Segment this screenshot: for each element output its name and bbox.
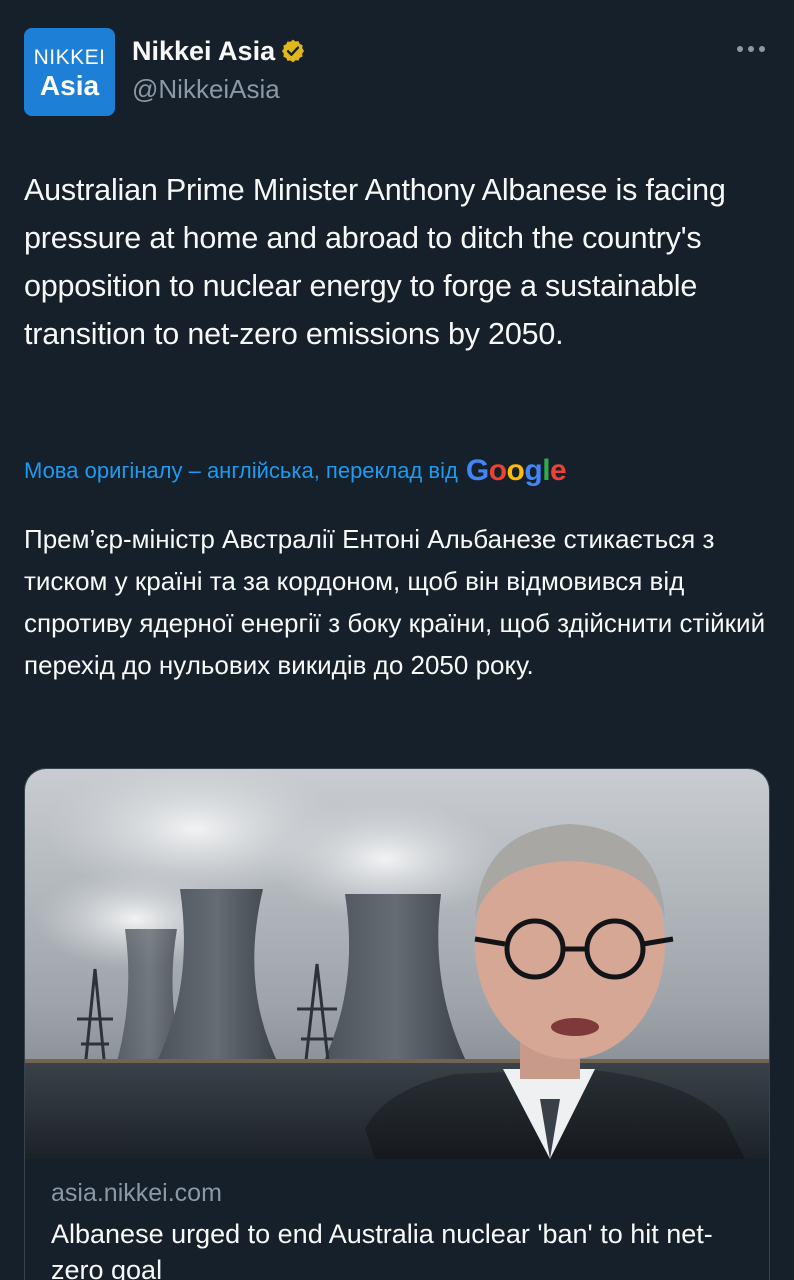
card-domain[interactable]: asia.nikkei.com (51, 1179, 222, 1208)
link-preview-card[interactable]: asia.nikkei.com Albanese urged to end Au… (24, 768, 770, 1280)
tweet-detail-page: NIKKEI Asia Nikkei Asia @NikkeiAsia Aust… (0, 0, 794, 1280)
google-letter: o (488, 454, 507, 487)
verified-badge-icon[interactable] (280, 38, 306, 64)
translated-tweet-text: Прем’єр-міністр Австралії Ентоні Альбане… (24, 524, 766, 680)
google-letter: G (465, 454, 489, 487)
card-title[interactable]: Albanese urged to end Australia nuclear … (51, 1216, 751, 1280)
card-image[interactable] (25, 769, 769, 1159)
author-display-name[interactable]: Nikkei Asia (132, 36, 275, 67)
google-letter: o (506, 454, 525, 487)
author-name-row[interactable]: Nikkei Asia (132, 34, 306, 68)
avatar[interactable]: NIKKEI Asia (24, 28, 115, 116)
google-letter: e (550, 454, 567, 487)
google-logo: Google (465, 454, 567, 488)
author-handle[interactable]: @NikkeiAsia (132, 74, 280, 105)
tweet-text: Australian Prime Minister Anthony Albane… (24, 173, 726, 351)
google-letter: l (542, 454, 551, 487)
google-letter: g (524, 454, 543, 487)
avatar-brand-line1: NIKKEI (33, 46, 106, 69)
avatar-brand-line2: Asia (39, 70, 100, 101)
translation-label[interactable]: Мова оригіналу – англійська, переклад ві… (24, 458, 458, 484)
translation-attribution[interactable]: Мова оригіналу – англійська, переклад ві… (24, 451, 567, 491)
more-options-icon[interactable] (734, 42, 768, 54)
tweet-header: NIKKEI Asia Nikkei Asia @NikkeiAsia (24, 28, 770, 118)
